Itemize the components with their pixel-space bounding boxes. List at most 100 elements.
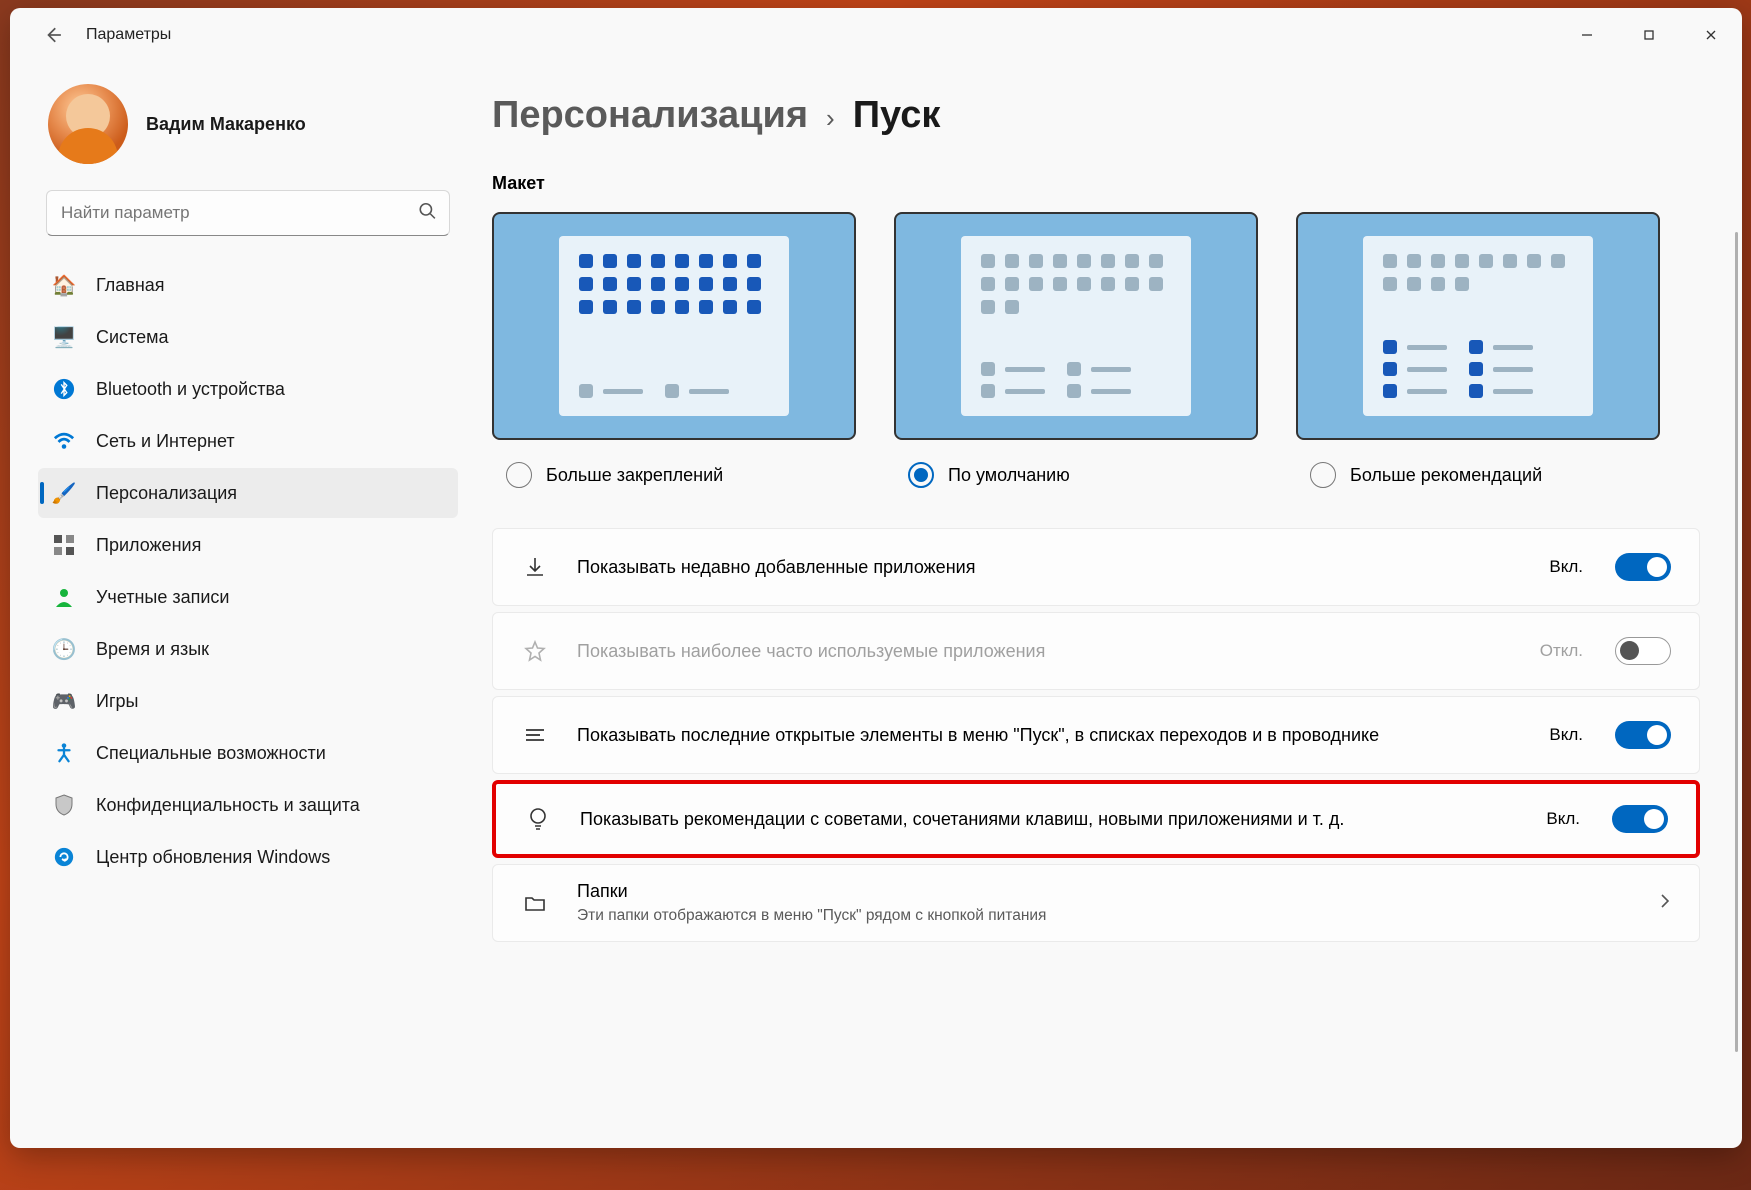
radio-label: По умолчанию	[948, 465, 1070, 486]
sidebar-item-system[interactable]: 🖥️ Система	[38, 312, 458, 362]
sidebar-item-accessibility[interactable]: Специальные возможности	[38, 728, 458, 778]
maximize-button[interactable]	[1618, 15, 1680, 55]
apps-icon	[52, 533, 76, 557]
sidebar-item-update[interactable]: Центр обновления Windows	[38, 832, 458, 882]
nav: 🏠 Главная 🖥️ Система Bluetooth и устройств…	[38, 260, 458, 882]
setting-label: Показывать недавно добавленные приложени…	[577, 555, 1521, 579]
profile-block[interactable]: Вадим Макаренко	[38, 84, 458, 164]
sidebar-item-label: Bluetooth и устройства	[96, 379, 285, 400]
sidebar-item-label: Время и язык	[96, 639, 209, 660]
toggle-state: Вкл.	[1549, 725, 1583, 745]
sidebar-item-label: Центр обновления Windows	[96, 847, 330, 868]
sidebar-item-label: Приложения	[96, 535, 201, 556]
layout-card-more-recs[interactable]	[1296, 212, 1660, 440]
sidebar-item-label: Игры	[96, 691, 138, 712]
window-controls	[1556, 15, 1742, 55]
setting-recommendations[interactable]: Показывать рекомендации с советами, соче…	[492, 780, 1700, 858]
scrollbar[interactable]	[1735, 232, 1738, 1052]
bluetooth-icon	[52, 377, 76, 401]
sidebar-item-home[interactable]: 🏠 Главная	[38, 260, 458, 310]
breadcrumb-parent[interactable]: Персонализация	[492, 94, 808, 137]
list-icon	[521, 721, 549, 749]
download-icon	[521, 553, 549, 581]
sidebar-item-bluetooth[interactable]: Bluetooth и устройства	[38, 364, 458, 414]
setting-recent-apps[interactable]: Показывать недавно добавленные приложени…	[492, 528, 1700, 606]
close-button[interactable]	[1680, 15, 1742, 55]
profile-name: Вадим Макаренко	[146, 114, 306, 135]
search-wrap	[46, 190, 450, 236]
arrow-left-icon	[44, 26, 62, 44]
chevron-right-icon: ›	[826, 103, 835, 134]
main-content: Персонализация › Пуск Макет	[468, 62, 1742, 1148]
radio-more-pins[interactable]: Больше закреплений	[492, 462, 856, 488]
close-icon	[1704, 28, 1718, 42]
sidebar: Вадим Макаренко 🏠 Главная 🖥️ Система Bluet…	[10, 62, 468, 1148]
radio-icon	[908, 462, 934, 488]
toggle-switch[interactable]	[1612, 805, 1668, 833]
sidebar-item-apps[interactable]: Приложения	[38, 520, 458, 570]
chevron-right-icon	[1659, 892, 1671, 915]
setting-most-used: Показывать наиболее часто используемые п…	[492, 612, 1700, 690]
radio-icon	[506, 462, 532, 488]
setting-label: Показывать наиболее часто используемые п…	[577, 639, 1512, 663]
breadcrumb: Персонализация › Пуск	[492, 94, 1700, 137]
setting-label: Показывать рекомендации с советами, соче…	[580, 807, 1518, 831]
layout-radios: Больше закреплений По умолчанию Больше р…	[492, 462, 1700, 488]
star-icon	[521, 637, 549, 665]
layout-section-title: Макет	[492, 173, 1700, 194]
radio-label: Больше рекомендаций	[1350, 465, 1542, 486]
back-button[interactable]	[34, 16, 72, 54]
setting-label: Папки	[577, 879, 1621, 903]
toggle-state: Вкл.	[1546, 809, 1580, 829]
radio-more-recs[interactable]: Больше рекомендаций	[1296, 462, 1660, 488]
radio-default[interactable]: По умолчанию	[894, 462, 1258, 488]
accessibility-icon	[52, 741, 76, 765]
sidebar-item-label: Специальные возможности	[96, 743, 326, 764]
sidebar-item-label: Сеть и Интернет	[96, 431, 235, 452]
sidebar-item-label: Конфиденциальность и защита	[96, 795, 360, 816]
home-icon: 🏠	[52, 273, 76, 297]
sidebar-item-label: Персонализация	[96, 483, 237, 504]
avatar	[48, 84, 128, 164]
toggle-switch[interactable]	[1615, 553, 1671, 581]
system-icon: 🖥️	[52, 325, 76, 349]
radio-label: Больше закреплений	[546, 465, 723, 486]
radio-icon	[1310, 462, 1336, 488]
toggle-switch[interactable]	[1615, 721, 1671, 749]
sidebar-item-accounts[interactable]: Учетные записи	[38, 572, 458, 622]
folder-icon	[521, 889, 549, 917]
layout-card-default[interactable]	[894, 212, 1258, 440]
settings-list: Показывать недавно добавленные приложени…	[492, 528, 1700, 942]
clock-icon: 🕒	[52, 637, 76, 661]
layout-card-more-pins[interactable]	[492, 212, 856, 440]
setting-label: Показывать последние открытые элементы в…	[577, 723, 1521, 747]
toggle-state: Откл.	[1540, 641, 1583, 661]
settings-window: Параметры Вадим Макаренко 🏠 Главная 🖥️ Сис…	[10, 8, 1742, 1148]
shield-icon	[52, 793, 76, 817]
wifi-icon	[52, 429, 76, 453]
bulb-icon	[524, 805, 552, 833]
toggle-state: Вкл.	[1549, 557, 1583, 577]
sidebar-item-network[interactable]: Сеть и Интернет	[38, 416, 458, 466]
sidebar-item-label: Система	[96, 327, 169, 348]
app-title: Параметры	[86, 26, 171, 44]
setting-sublabel: Эти папки отображаются в меню "Пуск" ряд…	[577, 906, 1621, 927]
update-icon	[52, 845, 76, 869]
sidebar-item-privacy[interactable]: Конфиденциальность и защита	[38, 780, 458, 830]
maximize-icon	[1642, 28, 1656, 42]
brush-icon: 🖌️	[52, 481, 76, 505]
minimize-icon	[1580, 28, 1594, 42]
setting-recent-items[interactable]: Показывать последние открытые элементы в…	[492, 696, 1700, 774]
sidebar-item-time[interactable]: 🕒 Время и язык	[38, 624, 458, 674]
sidebar-item-personalization[interactable]: 🖌️ Персонализация	[38, 468, 458, 518]
minimize-button[interactable]	[1556, 15, 1618, 55]
search-icon	[418, 202, 436, 225]
sidebar-item-label: Главная	[96, 275, 165, 296]
setting-folders[interactable]: Папки Эти папки отображаются в меню "Пус…	[492, 864, 1700, 942]
sidebar-item-label: Учетные записи	[96, 587, 229, 608]
breadcrumb-current: Пуск	[853, 94, 941, 137]
gamepad-icon: 🎮	[52, 689, 76, 713]
person-icon	[52, 585, 76, 609]
sidebar-item-gaming[interactable]: 🎮 Игры	[38, 676, 458, 726]
search-input[interactable]	[46, 190, 450, 236]
